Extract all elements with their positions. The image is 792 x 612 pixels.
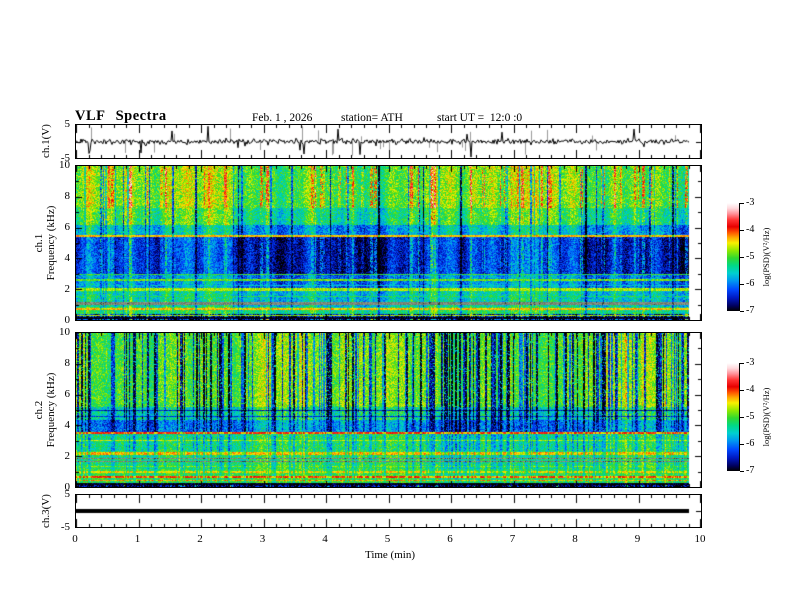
x-tick-label: 8 xyxy=(572,533,578,545)
ch1-spectrogram-canvas xyxy=(76,166,701,320)
colorbar-tick xyxy=(740,444,744,445)
x-tick-label: 10 xyxy=(694,533,706,545)
date-label: Feb. 1 , 2026 xyxy=(252,112,313,124)
station-label: station= ATH xyxy=(341,112,403,124)
ch3-volt-tick-label: -5 xyxy=(60,521,70,533)
colorbar-ch2 xyxy=(727,363,740,471)
x-tick-label: 7 xyxy=(509,533,516,545)
x-tick-label: 6 xyxy=(447,533,453,545)
x-tick-label: 9 xyxy=(634,533,641,545)
ch2-spec-label-line2: Frequency (kHz) xyxy=(45,372,57,448)
colorbar-tick-label: -6 xyxy=(746,278,755,289)
ch1-volt-tick-label: 5 xyxy=(64,118,71,130)
ch1-volt-tick-label: -5 xyxy=(60,152,70,164)
colorbar-tick-label: -3 xyxy=(746,357,755,368)
ch1-frequency-axis-label: ch.1 Frequency (kHz) xyxy=(33,206,57,281)
vlf-spectra-figure: VLF Spectra Feb. 1 , 2026 station= ATH s… xyxy=(0,0,792,612)
ch3-waveform-canvas xyxy=(76,495,701,527)
x-tick-label: 2 xyxy=(197,533,203,545)
x-tick-label: 4 xyxy=(322,533,328,545)
colorbar-tick xyxy=(740,284,744,285)
ch1-spectrogram-panel xyxy=(75,165,702,321)
colorbar-tick xyxy=(740,311,744,312)
ch2-freq-tick-label: 10 xyxy=(59,326,70,338)
ch2-freq-tick-label: 2 xyxy=(64,450,71,462)
x-tick-label: 1 xyxy=(134,533,141,545)
colorbar-tick xyxy=(740,230,744,231)
ch2-freq-tick-label: 4 xyxy=(64,419,71,431)
colorbar-tick xyxy=(740,390,744,391)
colorbar-tick xyxy=(740,417,744,418)
ch3-volt-tick-label: 5 xyxy=(64,488,71,500)
colorbar-tick-label: -5 xyxy=(746,411,755,422)
colorbar-tick-label: -7 xyxy=(746,465,755,476)
start-ut-label: start UT = 12:0 :0 xyxy=(437,112,523,124)
ch1-freq-tick-label: 0 xyxy=(64,314,71,326)
colorbar-tick-label: -4 xyxy=(746,384,755,395)
ch1-spec-label-line1: ch.1 xyxy=(33,233,45,253)
ch1-freq-tick-label: 4 xyxy=(64,252,71,264)
colorbar-tick-label: -5 xyxy=(746,251,755,262)
ch1-freq-tick-label: 2 xyxy=(64,283,71,295)
ch1-freq-tick-label: 6 xyxy=(64,221,71,233)
figure-title: VLF Spectra xyxy=(75,108,167,124)
colorbar-tick xyxy=(740,257,744,258)
ch1-spec-label-line2: Frequency (kHz) xyxy=(45,205,57,281)
colorbar-tick-label: -6 xyxy=(746,438,755,449)
x-tick-label: 3 xyxy=(259,533,266,545)
ch2-freq-tick-label: 8 xyxy=(64,357,71,369)
ch2-freq-tick-label: 6 xyxy=(64,388,71,400)
colorbar-tick xyxy=(740,203,744,204)
x-axis-label: Time (min) xyxy=(364,549,415,561)
ch3-waveform-panel xyxy=(75,494,702,528)
colorbar-tick xyxy=(740,471,744,472)
ch1-waveform-canvas xyxy=(76,125,701,158)
ch2-spectrogram-canvas xyxy=(76,333,701,487)
x-tick-label: 5 xyxy=(384,533,391,545)
ch2-spec-label-line1: ch.2 xyxy=(33,400,45,420)
colorbar-tick xyxy=(740,363,744,364)
colorbar-tick-label: -4 xyxy=(746,224,755,235)
ch2-frequency-axis-label: ch.2 Frequency (kHz) xyxy=(33,373,57,448)
x-tick-label: 0 xyxy=(72,533,78,545)
ch1-waveform-panel xyxy=(75,124,702,159)
colorbar-tick-label: -3 xyxy=(746,197,755,208)
ch2-spectrogram-panel xyxy=(75,332,702,488)
ch1-freq-tick-label: 8 xyxy=(64,190,71,202)
colorbar-tick-label: -7 xyxy=(746,305,755,316)
colorbar-ch1 xyxy=(727,203,740,311)
